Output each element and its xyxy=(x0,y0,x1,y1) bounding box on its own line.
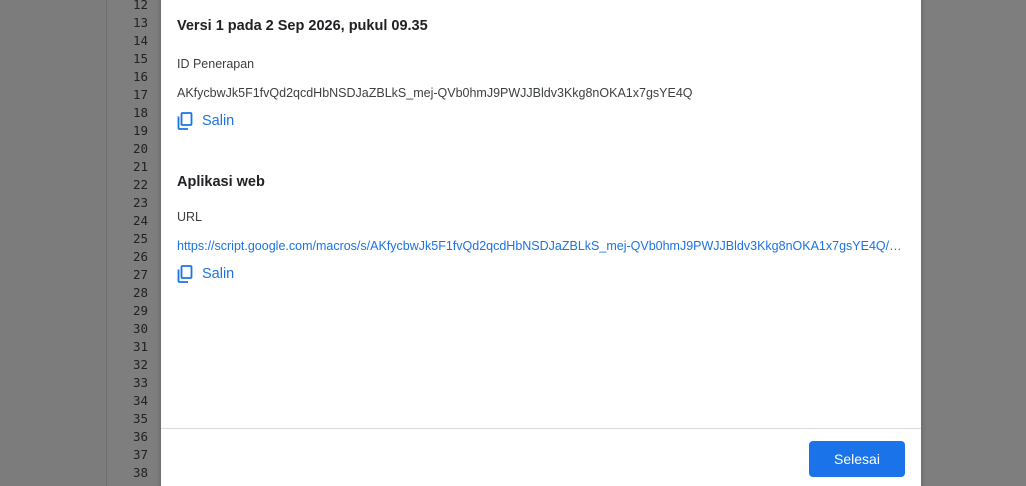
copy-icon xyxy=(177,112,193,130)
deployment-id-value: AKfycbwJk5F1fvQd2qcdHbNSDJaZBLkS_mej-QVb… xyxy=(177,86,693,100)
done-button[interactable]: Selesai xyxy=(809,441,905,477)
line-number: 26 xyxy=(132,249,148,264)
line-number: 20 xyxy=(132,141,148,156)
copy-url-label: Salin xyxy=(202,266,235,282)
deployment-dialog: Versi 1 pada 2 Sep 2026, pukul 09.35 ID … xyxy=(161,0,921,486)
line-number: 34 xyxy=(132,393,148,408)
line-number: 14 xyxy=(132,33,148,48)
line-number: 29 xyxy=(132,303,148,318)
url-label: URL xyxy=(177,210,203,224)
line-number: 19 xyxy=(132,123,148,138)
line-number: 17 xyxy=(132,87,148,102)
line-number: 38 xyxy=(132,465,148,480)
webapp-heading: Aplikasi web xyxy=(177,174,265,190)
line-number: 13 xyxy=(132,15,148,30)
copy-deployment-id-label: Salin xyxy=(202,113,235,129)
copy-deployment-id-button[interactable]: Salin xyxy=(177,110,234,132)
line-number: 37 xyxy=(132,447,148,462)
copy-url-button[interactable]: Salin xyxy=(177,263,234,285)
line-number: 36 xyxy=(132,429,148,444)
line-number: 33 xyxy=(132,375,148,390)
line-number: 32 xyxy=(132,357,148,372)
line-number: 21 xyxy=(132,159,148,174)
line-number: 25 xyxy=(132,231,148,246)
line-number: 24 xyxy=(132,213,148,228)
line-number: 12 xyxy=(132,0,148,12)
webapp-url-link[interactable]: https://script.google.com/macros/s/AKfyc… xyxy=(177,239,902,253)
line-number: 23 xyxy=(132,195,148,210)
line-number: 30 xyxy=(132,321,148,336)
line-number: 27 xyxy=(132,267,148,282)
line-number: 31 xyxy=(132,339,148,354)
line-number: 22 xyxy=(132,177,148,192)
line-number: 28 xyxy=(132,285,148,300)
line-number: 35 xyxy=(132,411,148,426)
line-number-gutter: 12 13 14 15 16 17 18 19 20 21 22 23 24 25 26 27 28 29 30 31… xyxy=(106,0,150,486)
line-number: 18 xyxy=(132,105,148,120)
line-number: 16 xyxy=(132,69,148,84)
line-number: 15 xyxy=(132,51,148,66)
deployment-id-label: ID Penerapan xyxy=(177,57,255,71)
footer-divider xyxy=(161,428,921,429)
version-heading: Versi 1 pada 2 Sep 2026, pukul 09.35 xyxy=(177,18,428,34)
copy-icon xyxy=(177,265,193,283)
